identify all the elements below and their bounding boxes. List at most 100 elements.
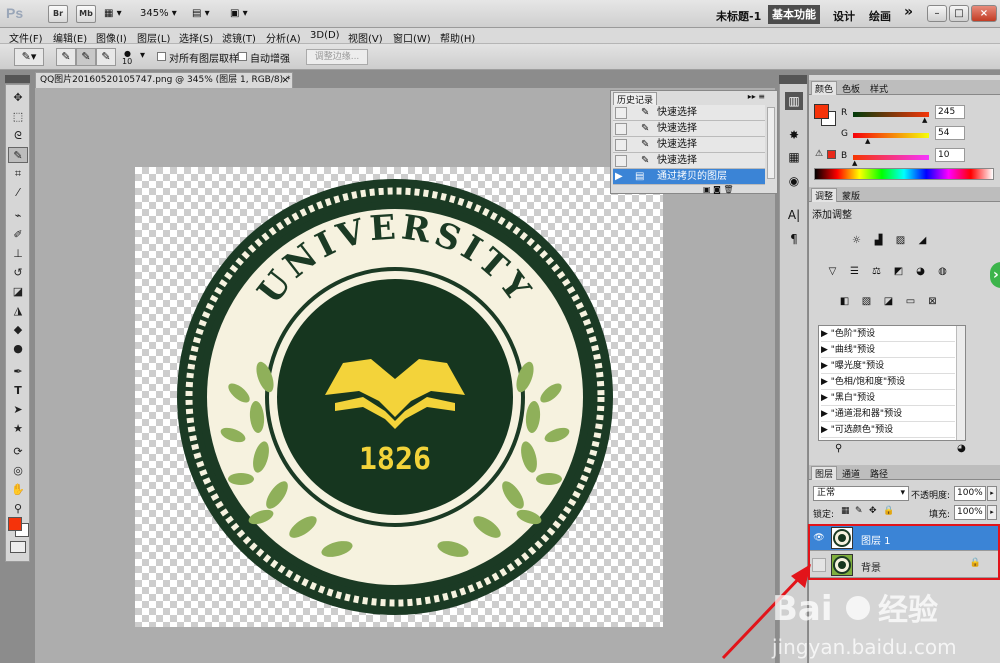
slider-thumb-icon[interactable]: ▲: [922, 116, 927, 124]
minimize-button[interactable]: –: [927, 5, 947, 22]
tab-paths[interactable]: 路径: [867, 467, 891, 480]
history-snapshot-box[interactable]: [615, 155, 627, 167]
navigator-panel-icon[interactable]: ▦: [785, 148, 803, 166]
channel-r-value[interactable]: 245: [935, 105, 965, 119]
subtract-from-selection-icon[interactable]: ✎: [96, 48, 116, 66]
history-row[interactable]: ✎ 快速选择: [613, 121, 765, 137]
history-panel-menu-icon[interactable]: ▸▸ ≡: [748, 92, 765, 101]
layer-name[interactable]: 图层 1: [861, 532, 891, 547]
menu-file[interactable]: 文件(F): [9, 30, 43, 45]
layer-row-layer-1[interactable]: 👁 图层 1: [809, 525, 1000, 551]
history-snapshot-box[interactable]: [615, 139, 627, 151]
channel-g-value[interactable]: 54: [935, 126, 965, 140]
vibrance-icon[interactable]: ▽: [824, 263, 841, 278]
eyedropper-tool-icon[interactable]: ⁄: [8, 185, 28, 201]
layer-name[interactable]: 背景: [861, 559, 881, 574]
channel-r-slider[interactable]: ▲: [853, 112, 929, 124]
path-selection-tool-icon[interactable]: ➤: [8, 402, 28, 418]
history-row[interactable]: ✎ 快速选择: [613, 137, 765, 153]
tab-styles[interactable]: 样式: [867, 82, 891, 95]
preset-curves[interactable]: ▶ "曲线"预设: [821, 342, 955, 358]
lock-transparency-icon[interactable]: ▦: [841, 506, 850, 516]
history-brush-tool-icon[interactable]: ↺: [8, 265, 28, 281]
exposure-icon[interactable]: ◢: [914, 232, 931, 247]
history-footer-icons[interactable]: ▣ ◙ 🗑: [703, 185, 734, 194]
bridge-button[interactable]: Br: [48, 5, 68, 23]
more-workspaces-button[interactable]: »: [904, 4, 913, 20]
sample-all-layers-checkbox[interactable]: [157, 52, 166, 61]
tab-swatches[interactable]: 色板: [839, 82, 863, 95]
history-snapshot-box[interactable]: [615, 123, 627, 135]
quick-mask-icon[interactable]: [10, 541, 26, 553]
brush-tool-icon[interactable]: ✐: [8, 227, 28, 243]
type-tool-icon[interactable]: T: [8, 383, 28, 399]
menu-help[interactable]: 帮助(H): [440, 30, 475, 45]
auto-enhance-checkbox[interactable]: [238, 52, 247, 61]
history-row[interactable]: ✎ 快速选择: [613, 153, 765, 169]
black-white-icon[interactable]: ◩: [890, 263, 907, 278]
tab-channels[interactable]: 通道: [839, 467, 863, 480]
posterize-icon[interactable]: ▧: [858, 293, 875, 308]
crop-tool-icon[interactable]: ⌗: [8, 166, 28, 182]
menu-window[interactable]: 窗口(W): [393, 30, 431, 45]
paragraph-panel-icon[interactable]: ¶: [785, 230, 803, 248]
zoom-tool-icon[interactable]: ⚲: [8, 501, 28, 517]
tab-color[interactable]: 颜色: [811, 81, 838, 95]
preset-exposure[interactable]: ▶ "曝光度"预设: [821, 358, 955, 374]
close-button[interactable]: ×: [971, 5, 997, 22]
adjustments-footer-icon[interactable]: ⚲: [835, 443, 842, 454]
lock-all-icon[interactable]: 🔒: [883, 506, 894, 516]
shape-tool-icon[interactable]: ★: [8, 421, 28, 437]
layer-row-background[interactable]: 背景 🔒: [809, 552, 1000, 578]
gradient-map-icon[interactable]: ▭: [902, 293, 919, 308]
workspace-design[interactable]: 设计: [833, 8, 855, 24]
history-scrollbar[interactable]: [767, 107, 775, 179]
channel-b-slider[interactable]: ▲: [852, 155, 929, 167]
history-snapshot-box[interactable]: [615, 107, 627, 119]
preset-levels[interactable]: ▶ "色阶"预设: [821, 326, 955, 342]
selective-color-icon[interactable]: ⊠: [924, 293, 941, 308]
clone-stamp-tool-icon[interactable]: ⊥: [8, 246, 28, 262]
foreground-color-swatch[interactable]: [8, 517, 22, 531]
hue-saturation-icon[interactable]: ☰: [846, 263, 863, 278]
channel-g-slider[interactable]: ▲: [853, 133, 929, 145]
history-row-selected[interactable]: ▶ ▤ 通过拷贝的图层: [613, 169, 765, 185]
threshold-icon[interactable]: ◪: [880, 293, 897, 308]
invert-icon[interactable]: ◧: [836, 293, 853, 308]
color-spectrum-ramp[interactable]: [814, 168, 994, 180]
blend-mode-select[interactable]: 正常 ▾: [813, 486, 909, 501]
channel-mixer-icon[interactable]: ◍: [934, 263, 951, 278]
toolbox-header[interactable]: [5, 75, 30, 83]
tool-preset-picker[interactable]: ✎▾: [14, 48, 44, 66]
fill-field[interactable]: 100%: [954, 505, 986, 520]
color-balance-icon[interactable]: ⚖: [868, 263, 885, 278]
adjustments-clip-icon[interactable]: ◕: [957, 443, 966, 454]
dodge-tool-icon[interactable]: ●: [8, 341, 28, 357]
brush-size[interactable]: 10: [122, 57, 132, 66]
paint-bucket-tool-icon[interactable]: ◮: [8, 303, 28, 319]
menu-3d[interactable]: 3D(D): [310, 30, 340, 41]
new-selection-icon[interactable]: ✎: [56, 48, 76, 66]
hand-tool-icon[interactable]: ✋: [8, 482, 28, 498]
dock-header[interactable]: [779, 75, 807, 84]
layer-thumbnail[interactable]: [831, 554, 853, 576]
pen-tool-icon[interactable]: ✒: [8, 364, 28, 380]
menu-analysis[interactable]: 分析(A): [266, 30, 301, 45]
lock-pixels-icon[interactable]: ✎: [855, 506, 863, 516]
minibridge-button[interactable]: Mb: [76, 5, 96, 23]
zoom-level-dropdown[interactable]: 345% ▾: [140, 8, 177, 19]
lasso-tool-icon[interactable]: ᘓ: [8, 128, 28, 144]
tab-adjustments[interactable]: 调整: [811, 188, 838, 202]
menu-filter[interactable]: 滤镜(T): [222, 30, 256, 45]
gamut-swatch[interactable]: [827, 150, 836, 159]
menu-layer[interactable]: 图层(L): [137, 30, 170, 45]
marquee-tool-icon[interactable]: ⬚: [8, 109, 28, 125]
history-row[interactable]: ✎ 快速选择: [613, 105, 765, 121]
visibility-eye-icon[interactable]: [812, 558, 826, 572]
move-tool-icon[interactable]: ✥: [8, 90, 28, 106]
visibility-eye-icon[interactable]: 👁: [812, 531, 826, 545]
slider-thumb-icon[interactable]: ▲: [865, 137, 870, 145]
slider-thumb-icon[interactable]: ▲: [852, 159, 857, 167]
menu-view[interactable]: 视图(V): [348, 30, 383, 45]
arrange-documents-dropdown[interactable]: ▤ ▾: [192, 8, 210, 19]
